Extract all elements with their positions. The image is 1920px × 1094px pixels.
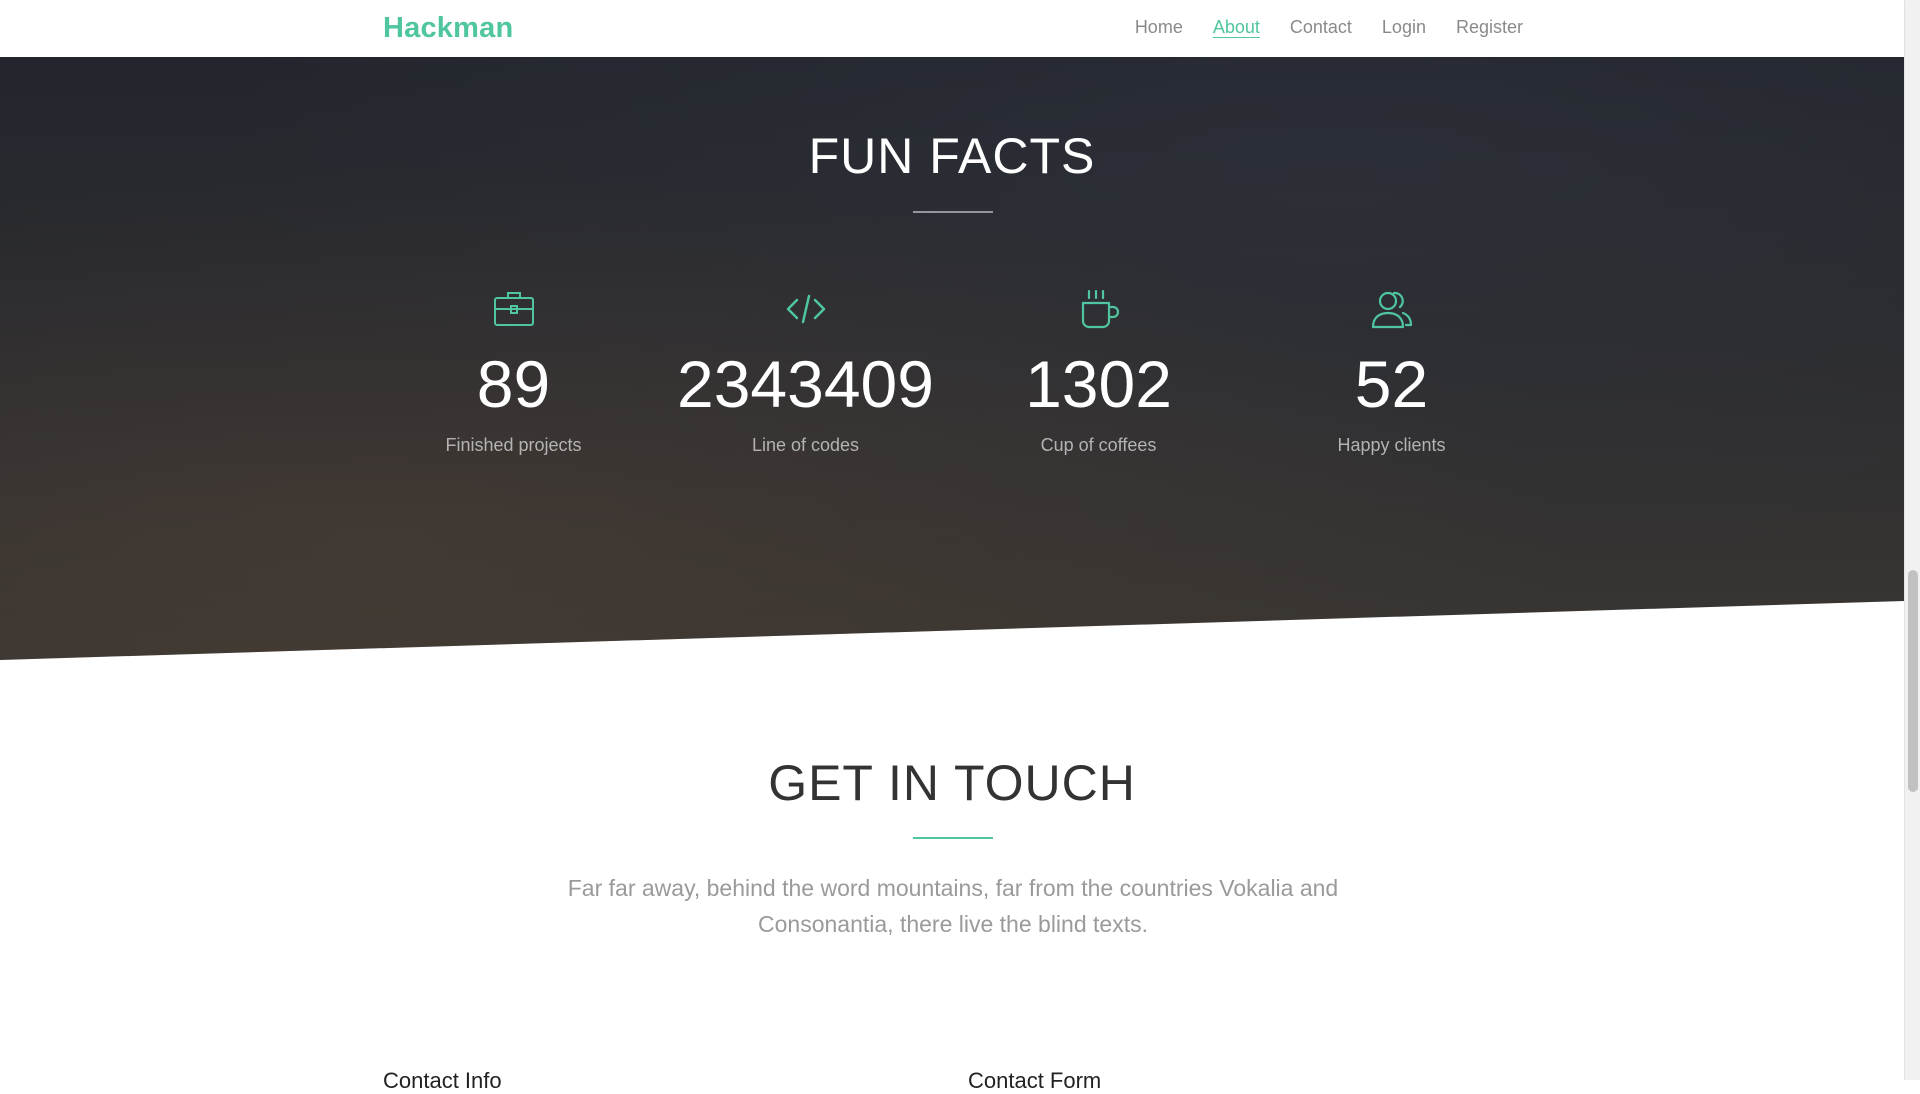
users-icon — [1371, 291, 1412, 329]
fact-label: Cup of coffees — [1040, 435, 1157, 455]
fact-happy-clients: 52 Happy clients — [1245, 287, 1538, 456]
fact-number: 52 — [1354, 347, 1429, 421]
code-icon — [786, 294, 825, 324]
nav-link-register[interactable]: Register — [1456, 17, 1523, 38]
contact-form-heading: Contact Form — [968, 1068, 1102, 1093]
page-scrollbar[interactable] — [1904, 0, 1920, 1080]
fun-facts-section: FUN FACTS 89 Finished projects 2343409 L… — [0, 57, 1904, 660]
fact-lines-of-code: 2343409 Line of codes — [659, 287, 952, 456]
nav-link-contact[interactable]: Contact — [1290, 17, 1352, 38]
nav-links: Home About Contact Login Register — [1135, 17, 1523, 38]
nav-link-about[interactable]: About — [1213, 17, 1260, 38]
fact-cups-of-coffee: 1302 Cup of coffees — [952, 287, 1245, 456]
coffee-cup-icon — [1081, 289, 1119, 329]
brand-logo[interactable]: Hackman — [383, 12, 513, 45]
nav-link-login[interactable]: Login — [1382, 17, 1426, 38]
scrollbar-thumb[interactable] — [1908, 570, 1918, 792]
fact-number: 1302 — [1025, 347, 1172, 421]
fact-number: 2343409 — [677, 347, 934, 421]
fact-number: 89 — [476, 347, 551, 421]
briefcase-icon — [493, 292, 534, 326]
fact-label: Line of codes — [751, 435, 860, 455]
get-in-touch-divider — [913, 837, 993, 839]
fact-label: Happy clients — [1337, 435, 1446, 455]
fun-facts-title: FUN FACTS — [808, 128, 1096, 184]
fun-facts-divider — [913, 211, 993, 213]
fact-label: Finished projects — [445, 435, 582, 455]
contact-info-heading: Contact Info — [383, 1068, 502, 1093]
fact-finished-projects: 89 Finished projects — [367, 287, 660, 456]
navbar: Hackman Home About Contact Login Registe… — [0, 0, 1904, 57]
get-in-touch-title: GET IN TOUCH — [768, 755, 1136, 811]
get-in-touch-text: Far far away, behind the word mountains,… — [567, 875, 1339, 937]
nav-link-home[interactable]: Home — [1135, 17, 1183, 38]
